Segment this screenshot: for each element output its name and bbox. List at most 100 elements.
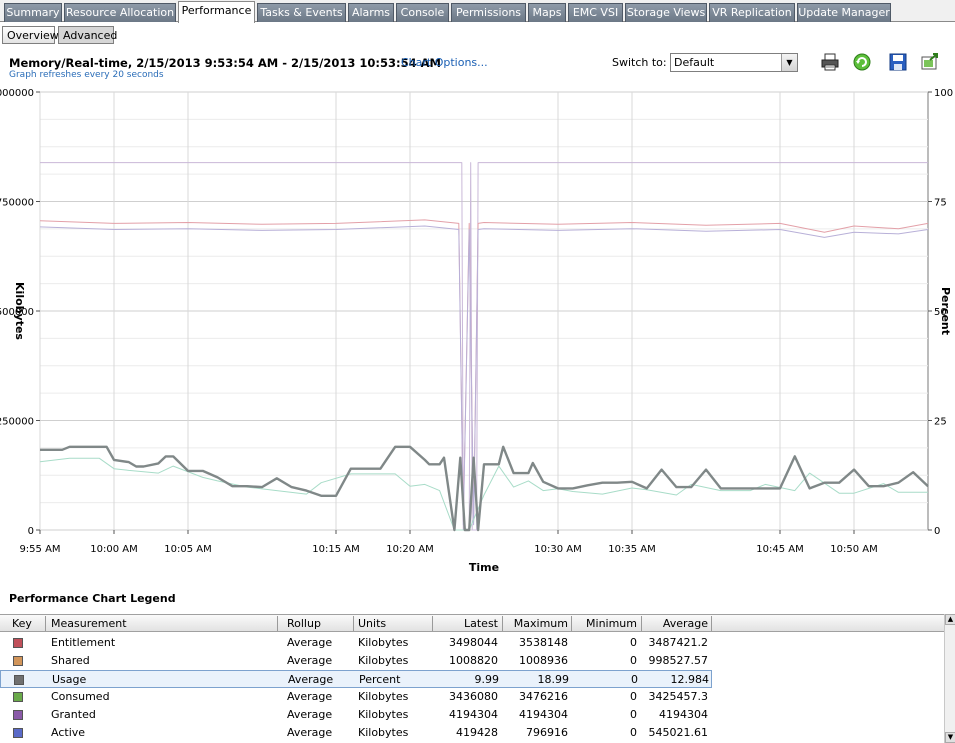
tab-storage-views[interactable]: Storage Views — [625, 3, 707, 22]
tab-bar: Summary Resource Allocation Performance … — [0, 0, 955, 23]
legend-average: 998527.57 — [648, 654, 709, 667]
legend-minimum: 0 — [630, 654, 637, 667]
col-minimum[interactable]: Minimum — [575, 617, 637, 630]
y-tick-label: 5000000 — [0, 88, 34, 99]
legend-maximum: 796916 — [526, 726, 568, 739]
legend-measurement: Entitlement — [51, 636, 116, 649]
legend-latest: 3498044 — [449, 636, 498, 649]
switch-to-select[interactable]: Default ▼ — [670, 53, 798, 72]
legend-title: Performance Chart Legend — [9, 592, 176, 605]
tab-console[interactable]: Console — [396, 3, 449, 22]
legend-key-swatch — [13, 692, 23, 702]
col-rollup[interactable]: Rollup — [287, 617, 321, 630]
tab-emc-vsi[interactable]: EMC VSI — [568, 3, 623, 22]
x-tick-label: 10:20 AM — [386, 544, 433, 555]
tab-tasks-events[interactable]: Tasks & Events — [257, 3, 346, 22]
y2-axis-title: Percent — [939, 287, 952, 335]
legend-latest: 4194304 — [449, 708, 498, 721]
legend-latest: 3436080 — [449, 690, 498, 703]
scroll-up-icon[interactable]: ▲ — [945, 614, 955, 625]
legend-scrollbar[interactable]: ▲ ▼ — [944, 614, 955, 743]
legend-key-swatch — [13, 728, 23, 738]
legend-row-active[interactable]: Active Average Kilobytes 419428 796916 0 54502… — [0, 724, 944, 742]
legend-units: Kilobytes — [358, 654, 409, 667]
legend-measurement: Shared — [51, 654, 90, 667]
legend-key-swatch — [13, 638, 23, 648]
y2-tick-label: 75 — [934, 198, 947, 209]
switch-to-label: Switch to: — [612, 56, 667, 69]
legend-average: 545021.61 — [648, 726, 709, 739]
legend-rollup: Average — [287, 708, 333, 721]
legend-measurement: Consumed — [51, 690, 110, 703]
y-tick-label: 1250000 — [0, 417, 34, 428]
col-units[interactable]: Units — [358, 617, 386, 630]
legend-maximum: 3538148 — [519, 636, 568, 649]
col-average[interactable]: Average — [645, 617, 708, 630]
legend-maximum: 18.99 — [537, 673, 570, 686]
legend-key-swatch — [13, 656, 23, 666]
legend-row-usage[interactable]: Usage Average Percent 9.99 18.99 0 12.984 — [0, 670, 712, 688]
col-latest[interactable]: Latest — [440, 617, 498, 630]
print-icon[interactable] — [820, 52, 840, 72]
legend-units: Kilobytes — [358, 708, 409, 721]
legend-maximum: 1008936 — [519, 654, 568, 667]
x-axis-title: Time — [469, 561, 499, 574]
legend-minimum: 0 — [631, 673, 638, 686]
y2-tick-label: 0 — [934, 526, 940, 537]
legend-row-shared[interactable]: Shared Average Kilobytes 1008820 1008936 0 998… — [0, 652, 944, 670]
save-icon[interactable] — [888, 52, 908, 72]
legend-units: Percent — [359, 673, 401, 686]
y-tick-label: 3750000 — [0, 198, 34, 209]
tab-alarms[interactable]: Alarms — [348, 3, 394, 22]
export-icon[interactable] — [920, 52, 940, 72]
legend-key-swatch — [14, 675, 24, 685]
subtab-overview[interactable]: Overview — [2, 26, 59, 44]
col-measurement[interactable]: Measurement — [51, 617, 127, 630]
legend-measurement: Usage — [52, 673, 87, 686]
x-tick-label: 10:50 AM — [830, 544, 877, 555]
legend-minimum: 0 — [630, 708, 637, 721]
legend-minimum: 0 — [630, 726, 637, 739]
tab-resource-allocation[interactable]: Resource Allocation — [64, 3, 176, 22]
refresh-note: Graph refreshes every 20 seconds — [9, 70, 164, 80]
y-tick-label: 0 — [28, 526, 34, 537]
y2-tick-label: 100 — [934, 88, 953, 99]
legend-rollup: Average — [287, 636, 333, 649]
tab-vr-replication[interactable]: VR Replication — [709, 3, 795, 22]
legend-rollup: Average — [287, 726, 333, 739]
chevron-down-icon: ▼ — [781, 54, 797, 71]
chart-options-link[interactable]: Chart Options... — [401, 56, 488, 69]
legend-average: 12.984 — [670, 673, 710, 686]
legend-row-entitlement[interactable]: Entitlement Average Kilobytes 3498044 353814… — [0, 634, 944, 652]
legend-measurement: Active — [51, 726, 86, 739]
legend-key-swatch — [13, 710, 23, 720]
legend-rollup: Average — [287, 654, 333, 667]
x-tick-label: 10:35 AM — [608, 544, 655, 555]
legend-units: Kilobytes — [358, 690, 409, 703]
x-tick-label: 10:15 AM — [312, 544, 359, 555]
switch-to-value: Default — [674, 56, 715, 69]
legend-row-granted[interactable]: Granted Average Kilobytes 4194304 4194304 0 41… — [0, 706, 944, 724]
scroll-down-icon[interactable]: ▼ — [945, 732, 955, 743]
x-tick-label: 10:05 AM — [164, 544, 211, 555]
tab-performance[interactable]: Performance — [178, 1, 255, 23]
tab-update-manager[interactable]: Update Manager — [797, 3, 891, 22]
tab-maps[interactable]: Maps — [528, 3, 566, 22]
col-maximum[interactable]: Maximum — [506, 617, 568, 630]
col-key[interactable]: Key — [12, 617, 32, 630]
chart-svg: 5000000100375000075250000050125000025009… — [0, 88, 953, 574]
subtab-advanced[interactable]: Advanced — [58, 26, 117, 44]
chart-title: Memory/Real-time, 2/15/2013 9:53:54 AM -… — [9, 56, 441, 70]
performance-chart: 5000000100375000075250000050125000025009… — [0, 80, 955, 580]
y-axis-title: Kilobytes — [13, 282, 26, 340]
tab-summary[interactable]: Summary — [4, 3, 62, 22]
legend-latest: 9.99 — [474, 673, 500, 686]
refresh-icon[interactable] — [852, 52, 872, 72]
legend-header: Key Measurement Rollup Units Latest Maxi… — [0, 614, 955, 632]
tab-permissions[interactable]: Permissions — [451, 3, 526, 22]
legend-average: 4194304 — [659, 708, 708, 721]
y2-tick-label: 25 — [934, 417, 947, 428]
legend-minimum: 0 — [630, 636, 637, 649]
legend-rollup: Average — [288, 673, 334, 686]
legend-row-consumed[interactable]: Consumed Average Kilobytes 3436080 3476216 0 3… — [0, 688, 944, 706]
